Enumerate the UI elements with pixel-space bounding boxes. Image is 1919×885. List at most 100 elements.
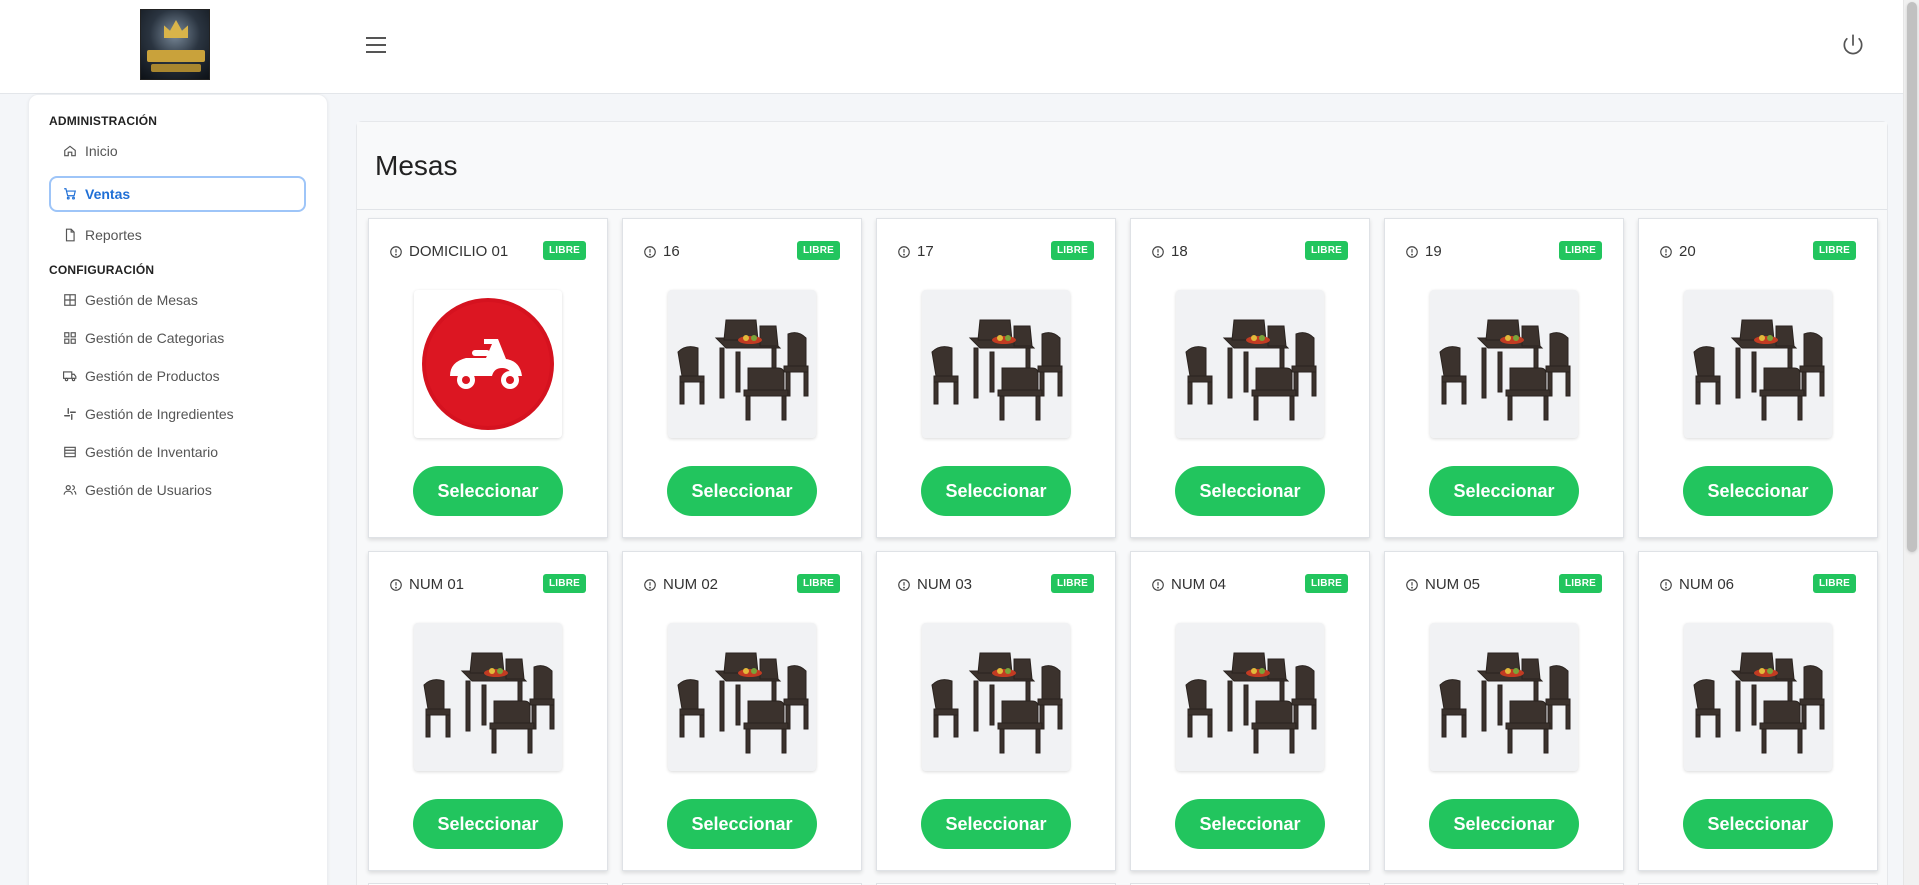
sidebar-item-gestion-inventario[interactable]: Gestión de Inventario	[49, 434, 306, 470]
dining-set-image	[1430, 623, 1578, 771]
table-name: 18	[1171, 243, 1188, 260]
dining-set-image	[1176, 290, 1324, 438]
status-badge: LIBRE	[1813, 574, 1856, 593]
scrollbar-thumb[interactable]	[1907, 2, 1917, 552]
select-table-button[interactable]: Seleccionar	[667, 799, 817, 849]
select-table-button[interactable]: Seleccionar	[1429, 466, 1579, 516]
table-card-header: 17	[897, 243, 934, 260]
status-badge: LIBRE	[1051, 241, 1094, 260]
table-name: NUM 06	[1679, 576, 1735, 593]
sidebar-item-label: Ventas	[85, 186, 131, 202]
select-table-button[interactable]: Seleccionar	[1683, 466, 1833, 516]
table-card: NUM 01 LIBRE Seleccionar	[368, 551, 608, 871]
status-badge: LIBRE	[1559, 574, 1602, 593]
table-card-header: 20	[1659, 243, 1696, 260]
status-badge: LIBRE	[543, 574, 586, 593]
sidebar: ADMINISTRACIÓN Inicio Ventas Reportes CO…	[28, 94, 328, 885]
dining-set-image	[668, 290, 816, 438]
table-card: NUM 06 LIBRE Seleccionar	[1638, 551, 1878, 871]
table-name: NUM 05	[1425, 576, 1481, 593]
select-table-button[interactable]: Seleccionar	[1429, 799, 1579, 849]
table-card: 20 LIBRE Seleccionar	[1638, 218, 1878, 538]
sidebar-item-label: Gestión de Categorias	[85, 330, 225, 346]
table-card: NUM 05 LIBRE Seleccionar	[1384, 551, 1624, 871]
top-header	[0, 0, 1903, 94]
table-card: NUM 03 LIBRE Seleccionar	[876, 551, 1116, 871]
hamburger-icon[interactable]	[364, 34, 390, 56]
table-name: NUM 03	[917, 576, 973, 593]
dining-set-image	[1176, 623, 1324, 771]
section-title-configuracion: CONFIGURACIÓN	[49, 263, 155, 277]
table-card-header: NUM 05	[1405, 576, 1480, 593]
scooter-image	[414, 290, 562, 438]
select-table-button[interactable]: Seleccionar	[667, 466, 817, 516]
select-table-button[interactable]: Seleccionar	[1175, 799, 1325, 849]
dining-set-image	[922, 290, 1070, 438]
table-card-header: NUM 04	[1151, 576, 1226, 593]
sidebar-item-gestion-usuarios[interactable]: Gestión de Usuarios	[49, 472, 306, 508]
restaurant-logo[interactable]	[140, 9, 210, 80]
dining-set-image	[922, 623, 1070, 771]
table-name: 17	[917, 243, 934, 260]
cart-icon	[64, 188, 76, 200]
sidebar-item-gestion-productos[interactable]: Gestión de Productos	[49, 358, 306, 394]
page-scrollbar[interactable]	[1903, 0, 1919, 885]
sidebar-item-label: Gestión de Usuarios	[85, 482, 212, 498]
sidebar-item-label: Gestión de Mesas	[85, 292, 198, 308]
sidebar-item-gestion-ingredientes[interactable]: Gestión de Ingredientes	[49, 396, 306, 432]
info-icon	[1152, 245, 1164, 258]
sidebar-item-gestion-categorias[interactable]: Gestión de Categorias	[49, 320, 306, 356]
select-table-button[interactable]: Seleccionar	[1175, 466, 1325, 516]
table-card: 18 LIBRE Seleccionar	[1130, 218, 1370, 538]
grid-icon	[64, 332, 76, 344]
dining-set-image	[1684, 290, 1832, 438]
sidebar-item-ventas[interactable]: Ventas	[49, 176, 306, 212]
table-card-header: NUM 03	[897, 576, 972, 593]
page-title: Mesas	[375, 150, 458, 181]
table-card: DOMICILIO 01 LIBRE Seleccionar	[368, 218, 608, 538]
table-card: NUM 02 LIBRE Seleccionar	[622, 551, 862, 871]
table-card: 17 LIBRE Seleccionar	[876, 218, 1116, 538]
select-table-button[interactable]: Seleccionar	[921, 466, 1071, 516]
sidebar-item-label: Reportes	[85, 227, 142, 243]
dining-set-image	[1430, 290, 1578, 438]
info-icon	[1406, 578, 1418, 591]
info-icon	[1660, 578, 1672, 591]
truck-icon	[63, 371, 77, 382]
table-card: 16 LIBRE Seleccionar	[622, 218, 862, 538]
select-table-button[interactable]: Seleccionar	[413, 466, 563, 516]
status-badge: LIBRE	[1305, 241, 1348, 260]
sidebar-item-inicio[interactable]: Inicio	[49, 133, 306, 169]
table-name: 19	[1425, 243, 1442, 260]
info-icon	[644, 245, 656, 258]
sidebar-item-gestion-mesas[interactable]: Gestión de Mesas	[49, 282, 306, 318]
dining-set-image	[668, 623, 816, 771]
info-icon	[1406, 245, 1418, 258]
select-table-button[interactable]: Seleccionar	[1683, 799, 1833, 849]
tables-grid: DOMICILIO 01 LIBRE Seleccionar 16 LIBRE Selec…	[368, 218, 1878, 871]
sidebar-item-reportes[interactable]: Reportes	[49, 217, 306, 253]
table-card-header: 18	[1151, 243, 1188, 260]
section-title-administracion: ADMINISTRACIÓN	[49, 114, 158, 128]
slack-icon	[64, 408, 76, 420]
power-icon[interactable]	[1840, 32, 1866, 58]
file-icon	[65, 228, 75, 242]
page-header: Mesas	[357, 122, 1887, 210]
info-icon	[390, 578, 402, 591]
info-icon	[644, 578, 656, 591]
dining-set-image	[1684, 623, 1832, 771]
table-card: NUM 04 LIBRE Seleccionar	[1130, 551, 1370, 871]
select-table-button[interactable]: Seleccionar	[413, 799, 563, 849]
users-icon	[63, 485, 77, 495]
status-badge: LIBRE	[1559, 241, 1602, 260]
status-badge: LIBRE	[1305, 574, 1348, 593]
table-name: DOMICILIO 01	[409, 243, 509, 260]
home-icon	[64, 145, 76, 157]
table-card-header: 16	[643, 243, 680, 260]
select-table-button[interactable]: Seleccionar	[921, 799, 1071, 849]
table-card: 19 LIBRE Seleccionar	[1384, 218, 1624, 538]
table-card-header: NUM 01	[389, 576, 464, 593]
status-badge: LIBRE	[1813, 241, 1856, 260]
sidebar-item-label: Gestión de Inventario	[85, 444, 219, 460]
info-icon	[1660, 245, 1672, 258]
